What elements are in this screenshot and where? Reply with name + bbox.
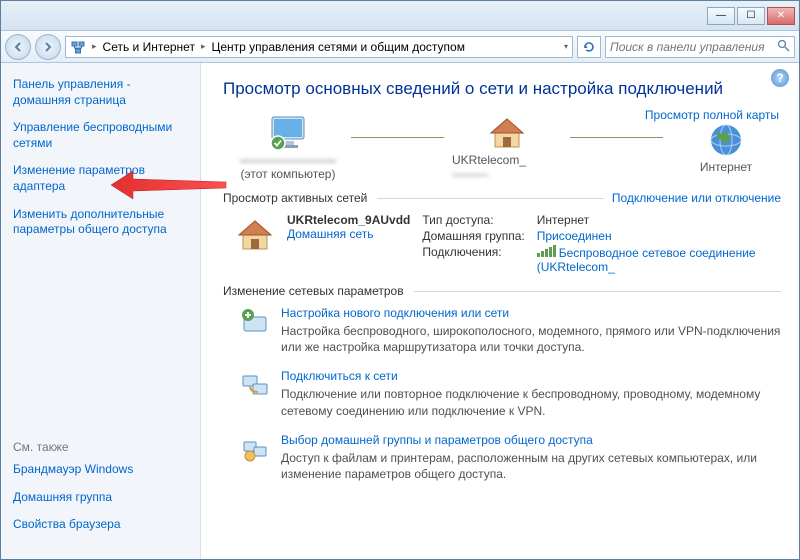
network-info: UKRtelecom_9AUvdd Домашняя сеть bbox=[287, 213, 410, 274]
search-box[interactable] bbox=[605, 36, 795, 58]
active-network-row: UKRtelecom_9AUvdd Домашняя сеть Тип дост… bbox=[235, 213, 781, 274]
connect-icon bbox=[239, 369, 271, 401]
node-computer-sublabel: (этот компьютер) bbox=[241, 167, 336, 181]
see-also-label: См. также bbox=[13, 440, 188, 454]
connections-label: Подключения: bbox=[422, 245, 524, 274]
sidebar-item-adapter[interactable]: Изменение параметров адаптера bbox=[13, 163, 188, 194]
network-name: UKRtelecom_9AUvdd bbox=[287, 213, 410, 227]
forward-button[interactable] bbox=[35, 34, 61, 60]
task-connect: Подключиться к сети Подключение или повт… bbox=[239, 369, 781, 418]
homegroup-icon bbox=[239, 433, 271, 465]
new-connection-icon bbox=[239, 306, 271, 338]
house-icon bbox=[235, 213, 275, 257]
access-type-value: Интернет bbox=[537, 213, 781, 227]
minimize-button[interactable]: — bbox=[707, 7, 735, 25]
task-homegroup-link[interactable]: Выбор домашней группы и параметров общег… bbox=[281, 433, 781, 447]
main-content: ? Просмотр основных сведений о сети и на… bbox=[201, 63, 799, 559]
node-internet-label: Интернет bbox=[700, 160, 752, 174]
node-internet: Интернет bbox=[671, 120, 781, 174]
address-bar[interactable]: ▸ Сеть и Интернет ▸ Центр управления сет… bbox=[65, 36, 573, 58]
access-type-label: Тип доступа: bbox=[422, 213, 524, 227]
connect-disconnect-link[interactable]: Подключение или отключение bbox=[612, 191, 781, 205]
help-icon[interactable]: ? bbox=[771, 69, 789, 87]
signal-bars-icon bbox=[537, 245, 556, 257]
chevron-right-icon: ▸ bbox=[92, 41, 97, 52]
sidebar-item-wireless[interactable]: Управление беспроводными сетями bbox=[13, 120, 188, 151]
titlebar: — ☐ ✕ bbox=[1, 1, 799, 31]
node-this-computer: ———————— (этот компьютер) bbox=[233, 113, 343, 181]
search-icon bbox=[777, 39, 790, 55]
sidebar: Панель управления - домашняя страница Уп… bbox=[1, 63, 201, 559]
task-new-connection: Настройка нового подключения или сети На… bbox=[239, 306, 781, 355]
active-networks-header: Просмотр активных сетей Подключение или … bbox=[223, 191, 781, 205]
page-title: Просмотр основных сведений о сети и наст… bbox=[223, 79, 781, 99]
close-button[interactable]: ✕ bbox=[767, 7, 795, 25]
breadcrumb-sharing-center[interactable]: Центр управления сетями и общим доступом bbox=[211, 40, 465, 54]
connection-line bbox=[570, 137, 663, 138]
network-type-link[interactable]: Домашняя сеть bbox=[287, 227, 410, 241]
task-connect-link[interactable]: Подключиться к сети bbox=[281, 369, 781, 383]
sidebar-item-sharing[interactable]: Изменить дополнительные параметры общего… bbox=[13, 207, 188, 238]
maximize-button[interactable]: ☐ bbox=[737, 7, 765, 25]
computer-icon bbox=[266, 113, 310, 153]
task-homegroup: Выбор домашней группы и параметров общег… bbox=[239, 433, 781, 482]
see-also-browser[interactable]: Свойства браузера bbox=[13, 517, 188, 533]
house-icon bbox=[485, 113, 529, 153]
toolbar: ▸ Сеть и Интернет ▸ Центр управления сет… bbox=[1, 31, 799, 63]
network-center-window: — ☐ ✕ ▸ Сеть и Интернет ▸ Центр управлен… bbox=[0, 0, 800, 560]
task-desc: Доступ к файлам и принтерам, расположенн… bbox=[281, 450, 781, 482]
network-map: ———————— (этот компьютер) UKRtelecom_———… bbox=[233, 113, 781, 181]
task-new-connection-link[interactable]: Настройка нового подключения или сети bbox=[281, 306, 781, 320]
network-details: Тип доступа: Интернет Домашняя группа: П… bbox=[422, 213, 781, 274]
body: Панель управления - домашняя страница Уп… bbox=[1, 63, 799, 559]
sidebar-home-link[interactable]: Панель управления - домашняя страница bbox=[13, 77, 188, 108]
full-map-link[interactable]: Просмотр полной карты bbox=[645, 108, 779, 122]
back-button[interactable] bbox=[5, 34, 31, 60]
homegroup-label: Домашняя группа: bbox=[422, 229, 524, 243]
globe-icon bbox=[704, 120, 748, 160]
tasks-list: Настройка нового подключения или сети На… bbox=[239, 306, 781, 482]
task-desc: Подключение или повторное подключение к … bbox=[281, 386, 781, 418]
see-also-firewall[interactable]: Брандмауэр Windows bbox=[13, 462, 188, 478]
network-icon bbox=[70, 39, 86, 55]
see-also-homegroup[interactable]: Домашняя группа bbox=[13, 490, 188, 506]
breadcrumb-network[interactable]: Сеть и Интернет bbox=[103, 40, 195, 54]
node-computer-name: ———————— bbox=[240, 153, 336, 167]
chevron-right-icon: ▸ bbox=[201, 41, 206, 52]
node-router-label: UKRtelecom_——— bbox=[452, 153, 562, 181]
address-dropdown-icon[interactable]: ▾ bbox=[564, 42, 568, 51]
homegroup-value-link[interactable]: Присоединен bbox=[537, 229, 781, 243]
search-input[interactable] bbox=[610, 40, 777, 54]
task-desc: Настройка беспроводного, широкополосного… bbox=[281, 323, 781, 355]
connection-line bbox=[351, 137, 444, 138]
connections-value-link[interactable]: Беспроводное сетевое соединение (UKRtele… bbox=[537, 245, 781, 274]
refresh-button[interactable] bbox=[577, 36, 601, 58]
change-settings-header: Изменение сетевых параметров bbox=[223, 284, 781, 298]
node-router: UKRtelecom_——— bbox=[452, 113, 562, 181]
